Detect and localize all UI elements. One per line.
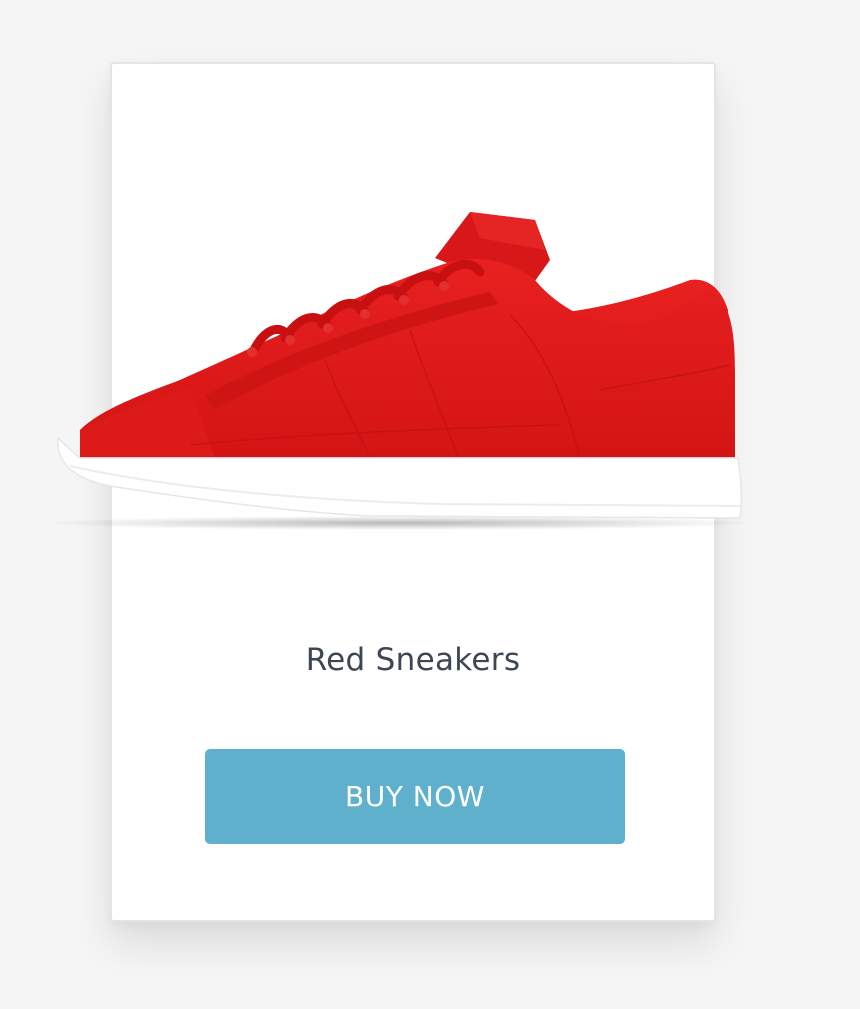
- buy-now-button[interactable]: BUY NOW: [205, 749, 625, 844]
- product-title: Red Sneakers: [305, 642, 521, 678]
- red-sneaker-image: [40, 212, 760, 530]
- product-image: [40, 200, 770, 545]
